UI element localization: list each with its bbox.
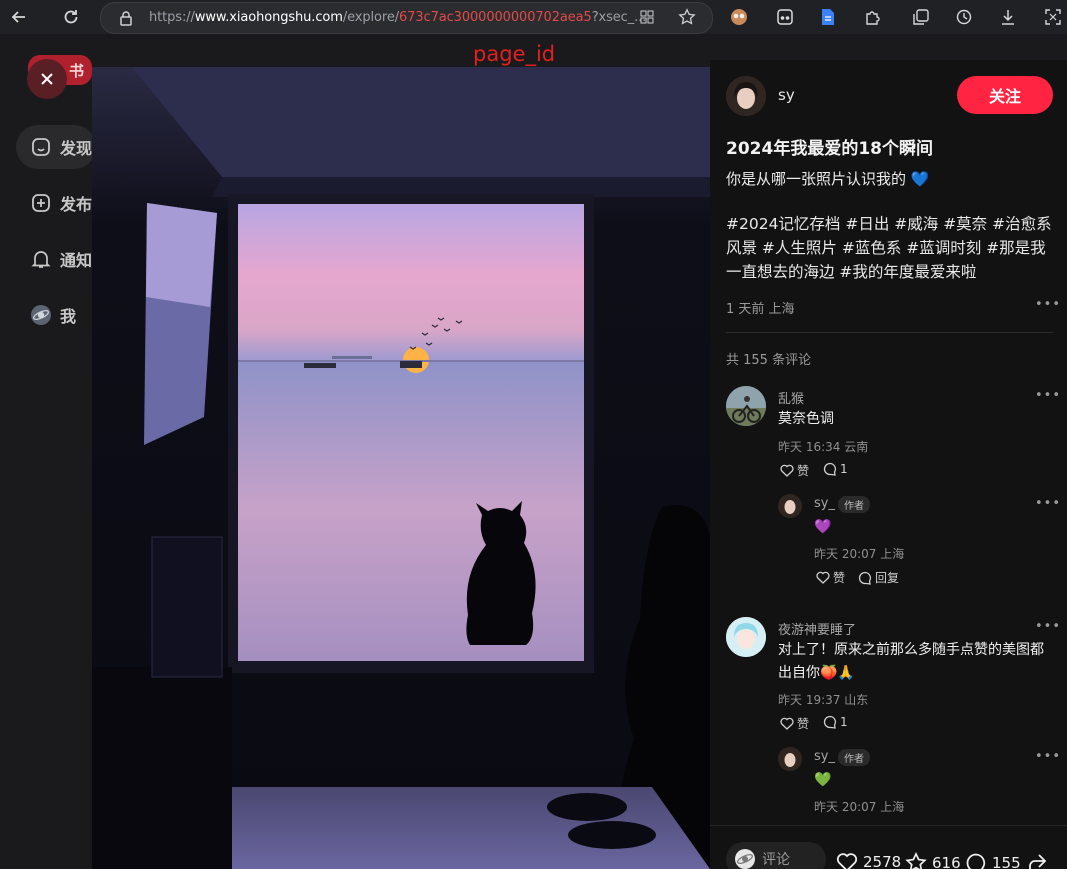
chat-bubble-icon: [966, 853, 986, 869]
note-detail-panel: sy 关注 2024年我最爱的18个瞬间 你是从哪一张照片认识我的 💙 #202…: [710, 60, 1067, 869]
reply-time: 昨天 20:07 上海: [814, 800, 905, 814]
star-bookmark-icon[interactable]: [678, 8, 696, 30]
reply-more-icon[interactable]: •••: [1035, 749, 1061, 764]
lock-icon: [119, 10, 133, 30]
share-icon: [1029, 854, 1047, 869]
address-bar[interactable]: https://www.xiaohongshu.com/explore/673c…: [100, 2, 713, 34]
sidebar-item-notifications[interactable]: 通知: [16, 237, 96, 281]
author-badge: 作者: [838, 749, 870, 766]
user-avatar-icon: [31, 305, 51, 325]
sidebar-item-publish[interactable]: 发布: [16, 181, 96, 225]
history-icon[interactable]: [951, 4, 977, 30]
close-note-button[interactable]: [27, 59, 67, 99]
like-count-button[interactable]: 2578: [836, 852, 901, 869]
collect-count-button[interactable]: 616: [905, 852, 961, 869]
comment-text: 对上了！原来之前那么多随手点赞的美图都 出自你🍑🙏: [778, 642, 1044, 681]
screenshot-icon[interactable]: [1040, 4, 1066, 30]
reply-time: 昨天 20:07 上海: [814, 547, 905, 561]
note-tags[interactable]: #2024记忆存档 #日出 #威海 #莫奈 #治愈系风景 #人生照片 #蓝色系 …: [726, 212, 1056, 284]
chat-bubble-icon: [823, 462, 836, 476]
puzzle-extensions-icon[interactable]: [859, 4, 885, 30]
reply-author-avatar[interactable]: [778, 494, 802, 518]
note-photo[interactable]: [92, 67, 710, 869]
chat-bubble-icon: [823, 715, 836, 729]
reply-author-name[interactable]: sy_: [814, 749, 835, 764]
reply-text: 💜: [814, 519, 832, 535]
author-avatar[interactable]: [726, 76, 766, 116]
reply-more-icon[interactable]: •••: [1035, 496, 1061, 511]
url-text: https://www.xiaohongshu.com/explore/673c…: [149, 10, 647, 25]
extension-mask-icon[interactable]: [772, 4, 798, 30]
heart-icon: [780, 464, 794, 477]
divider: [726, 332, 1053, 333]
comment-input[interactable]: 评论: [726, 842, 826, 869]
comment-time: 昨天 19:37 山东: [778, 693, 869, 707]
document-icon[interactable]: [815, 4, 841, 30]
note-description: 你是从哪一张照片认识我的 💙: [726, 170, 930, 188]
extension-avatar-icon[interactable]: [726, 4, 752, 30]
user-avatar-icon: [735, 849, 755, 869]
author-name[interactable]: sy: [778, 86, 795, 104]
collect-count: 616: [932, 853, 961, 869]
commenter-avatar[interactable]: [726, 386, 766, 426]
reply-reply-button[interactable]: 回复: [858, 569, 899, 586]
page-id-annotation: page_id: [473, 42, 556, 66]
download-icon[interactable]: [995, 4, 1021, 30]
sidebar-item-me[interactable]: 我: [16, 293, 96, 337]
commenter-name[interactable]: 夜游神要睡了: [778, 619, 856, 638]
sidebar-item-label: 通知: [60, 251, 93, 270]
sidebar-item-discover[interactable]: 发现: [16, 125, 96, 169]
back-arrow-icon[interactable]: [6, 4, 32, 30]
note-title: 2024年我最爱的18个瞬间: [726, 139, 933, 159]
comment-count-button[interactable]: 155: [965, 852, 1021, 869]
sidebar-item-label: 我: [60, 307, 77, 326]
photo-illustration: [92, 67, 710, 869]
bell-icon: [31, 251, 51, 268]
url-page-id: 673c7ac3000000000702aea5: [399, 10, 592, 25]
commenter-avatar[interactable]: [726, 617, 766, 657]
browser-toolbar: https://www.xiaohongshu.com/explore/673c…: [0, 0, 1067, 35]
follow-button[interactable]: 关注: [957, 76, 1053, 114]
comment-like-button[interactable]: 赞: [780, 462, 809, 479]
reply-like-button[interactable]: 赞: [816, 569, 845, 586]
reply-author-avatar[interactable]: [778, 747, 802, 771]
heart-icon: [780, 717, 794, 730]
grid-icon[interactable]: [639, 9, 655, 29]
like-count: 2578: [863, 853, 902, 869]
comment-more-icon[interactable]: •••: [1035, 619, 1061, 634]
comment-reply-button[interactable]: 1: [823, 715, 848, 729]
comment-like-button[interactable]: 赞: [780, 715, 809, 732]
close-icon: [41, 73, 53, 85]
author-badge: 作者: [838, 496, 870, 513]
share-button[interactable]: [1026, 852, 1048, 869]
reload-icon[interactable]: [58, 4, 84, 30]
sidebar-item-label: 发布: [60, 195, 93, 214]
heart-icon: [836, 853, 858, 869]
comment-time: 昨天 16:34 云南: [778, 440, 869, 454]
commenter-name[interactable]: 乱猴: [778, 388, 804, 407]
engagement-bar: 评论 2578 616 155: [710, 825, 1067, 869]
comment-text: 莫奈色调: [778, 411, 834, 427]
comment-count: 共 155 条评论: [726, 353, 812, 368]
more-options-icon[interactable]: •••: [1035, 297, 1061, 312]
heart-icon: [816, 571, 830, 584]
note-meta: 1 天前 上海: [726, 302, 795, 317]
comment-more-icon[interactable]: •••: [1035, 388, 1061, 403]
comment-reply-button[interactable]: 1: [823, 462, 848, 476]
reply-text: 💚: [814, 772, 832, 788]
chat-bubble-icon: [858, 571, 871, 585]
star-icon: [905, 852, 927, 869]
sidebar-item-label: 发现: [60, 139, 93, 158]
reply-author-name[interactable]: sy_: [814, 496, 835, 511]
plus-square-icon: [32, 194, 50, 212]
comments-total: 155: [992, 854, 1021, 869]
collections-icon[interactable]: [908, 4, 934, 30]
home-icon: [32, 138, 50, 156]
